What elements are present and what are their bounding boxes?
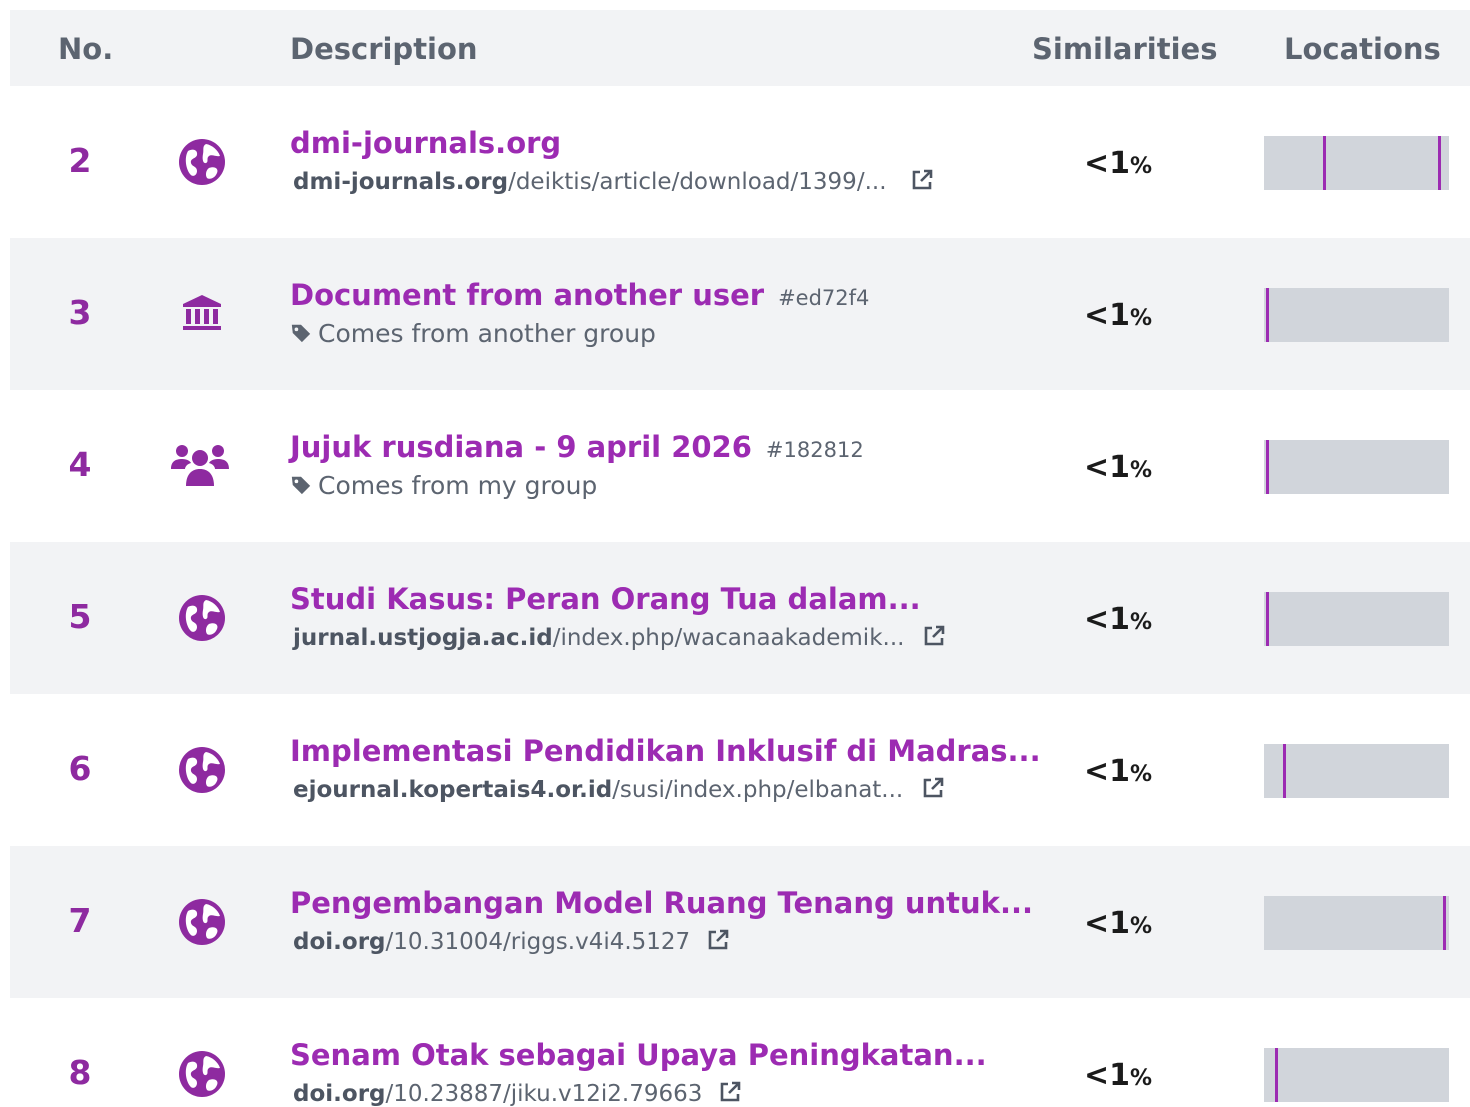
location-bar[interactable] <box>1264 896 1449 950</box>
location-marker[interactable] <box>1266 592 1269 646</box>
source-url[interactable]: ejournal.kopertais4.or.id/susi/index.php… <box>293 776 945 803</box>
location-marker[interactable] <box>1266 440 1269 494</box>
table-header: No. Description Similarities Locations <box>10 10 1470 86</box>
globe-icon <box>179 899 225 945</box>
source-title[interactable]: Implementasi Pendidikan Inklusif di Madr… <box>290 734 1041 768</box>
similarity-value: <1% <box>1083 602 1153 637</box>
similarity-value: <1% <box>1083 298 1153 333</box>
globe-icon <box>179 747 225 793</box>
document-id: #182812 <box>765 438 864 462</box>
location-bar[interactable] <box>1264 288 1449 342</box>
source-number: 2 <box>68 141 92 180</box>
similarity-value: <1% <box>1083 450 1153 485</box>
header-no: No. <box>58 32 114 66</box>
document-id: #ed72f4 <box>778 286 870 310</box>
location-marker[interactable] <box>1275 1048 1278 1102</box>
external-link-icon[interactable] <box>718 1080 742 1104</box>
source-number: 8 <box>68 1053 92 1092</box>
external-link-icon[interactable] <box>921 776 945 800</box>
table-row[interactable]: 7 Pengembangan Model Ruang Tenang untuk.… <box>10 846 1470 998</box>
similarity-value: <1% <box>1083 906 1153 941</box>
location-bar[interactable] <box>1264 744 1449 798</box>
source-url[interactable]: dmi-journals.org/deiktis/article/downloa… <box>293 168 934 195</box>
location-marker[interactable] <box>1283 744 1286 798</box>
source-number: 5 <box>68 597 92 636</box>
table-row[interactable]: 2 dmi-journals.org dmi-journals.org/deik… <box>10 86 1470 238</box>
source-title[interactable]: Jujuk rusdiana - 9 april 2026 #182812 <box>290 430 864 464</box>
users-icon <box>171 445 229 486</box>
location-marker[interactable] <box>1266 288 1269 342</box>
location-marker[interactable] <box>1323 136 1326 190</box>
source-url[interactable]: jurnal.ustjogja.ac.id/index.php/wacanaak… <box>293 624 946 651</box>
header-locations: Locations <box>1284 32 1441 66</box>
location-bar[interactable] <box>1264 592 1449 646</box>
source-title[interactable]: dmi-journals.org <box>290 126 561 160</box>
table-row[interactable]: 5 Studi Kasus: Peran Orang Tua dalam... … <box>10 542 1470 694</box>
source-tag: Comes from another group <box>290 319 656 348</box>
source-number: 3 <box>68 293 92 332</box>
source-title[interactable]: Senam Otak sebagai Upaya Peningkatan... <box>290 1038 987 1072</box>
source-tag: Comes from my group <box>290 471 597 500</box>
sources-table: No. Description Similarities Locations 2… <box>0 0 1470 1107</box>
source-number: 6 <box>68 749 92 788</box>
tag-icon <box>291 476 311 495</box>
table-row[interactable]: 8 Senam Otak sebagai Upaya Peningkatan..… <box>10 998 1470 1107</box>
external-link-icon[interactable] <box>706 928 730 952</box>
header-description[interactable]: Description <box>290 10 478 86</box>
header-similarities[interactable]: Similarities <box>1032 10 1217 86</box>
source-number: 7 <box>68 901 92 940</box>
external-link-icon[interactable] <box>910 168 934 192</box>
source-title[interactable]: Pengembangan Model Ruang Tenang untuk... <box>290 886 1033 920</box>
similarity-value: <1% <box>1083 146 1153 181</box>
globe-icon <box>179 595 225 641</box>
similarity-value: <1% <box>1083 1058 1153 1093</box>
external-link-icon[interactable] <box>922 624 946 648</box>
source-number: 4 <box>68 445 92 484</box>
location-marker[interactable] <box>1438 136 1441 190</box>
location-bar[interactable] <box>1264 1048 1449 1102</box>
source-url[interactable]: doi.org/10.31004/riggs.v4i4.5127 <box>293 928 730 955</box>
location-marker[interactable] <box>1443 896 1446 950</box>
location-bar[interactable] <box>1264 440 1449 494</box>
globe-icon <box>179 139 225 185</box>
source-title[interactable]: Studi Kasus: Peran Orang Tua dalam... <box>290 582 921 616</box>
globe-icon <box>179 1051 225 1097</box>
source-title[interactable]: Document from another user #ed72f4 <box>290 278 869 312</box>
location-bar[interactable] <box>1264 136 1449 190</box>
tag-icon <box>291 324 311 343</box>
source-url[interactable]: doi.org/10.23887/jiku.v12i2.79663 <box>293 1080 742 1107</box>
institution-icon <box>183 295 221 330</box>
table-row[interactable]: 4 Jujuk rusdiana - 9 april 2026 #182812 C… <box>10 390 1470 542</box>
similarity-value: <1% <box>1083 754 1153 789</box>
table-row[interactable]: 3 Document from another user #ed72f4 Come… <box>10 238 1470 390</box>
table-row[interactable]: 6 Implementasi Pendidikan Inklusif di Ma… <box>10 694 1470 846</box>
